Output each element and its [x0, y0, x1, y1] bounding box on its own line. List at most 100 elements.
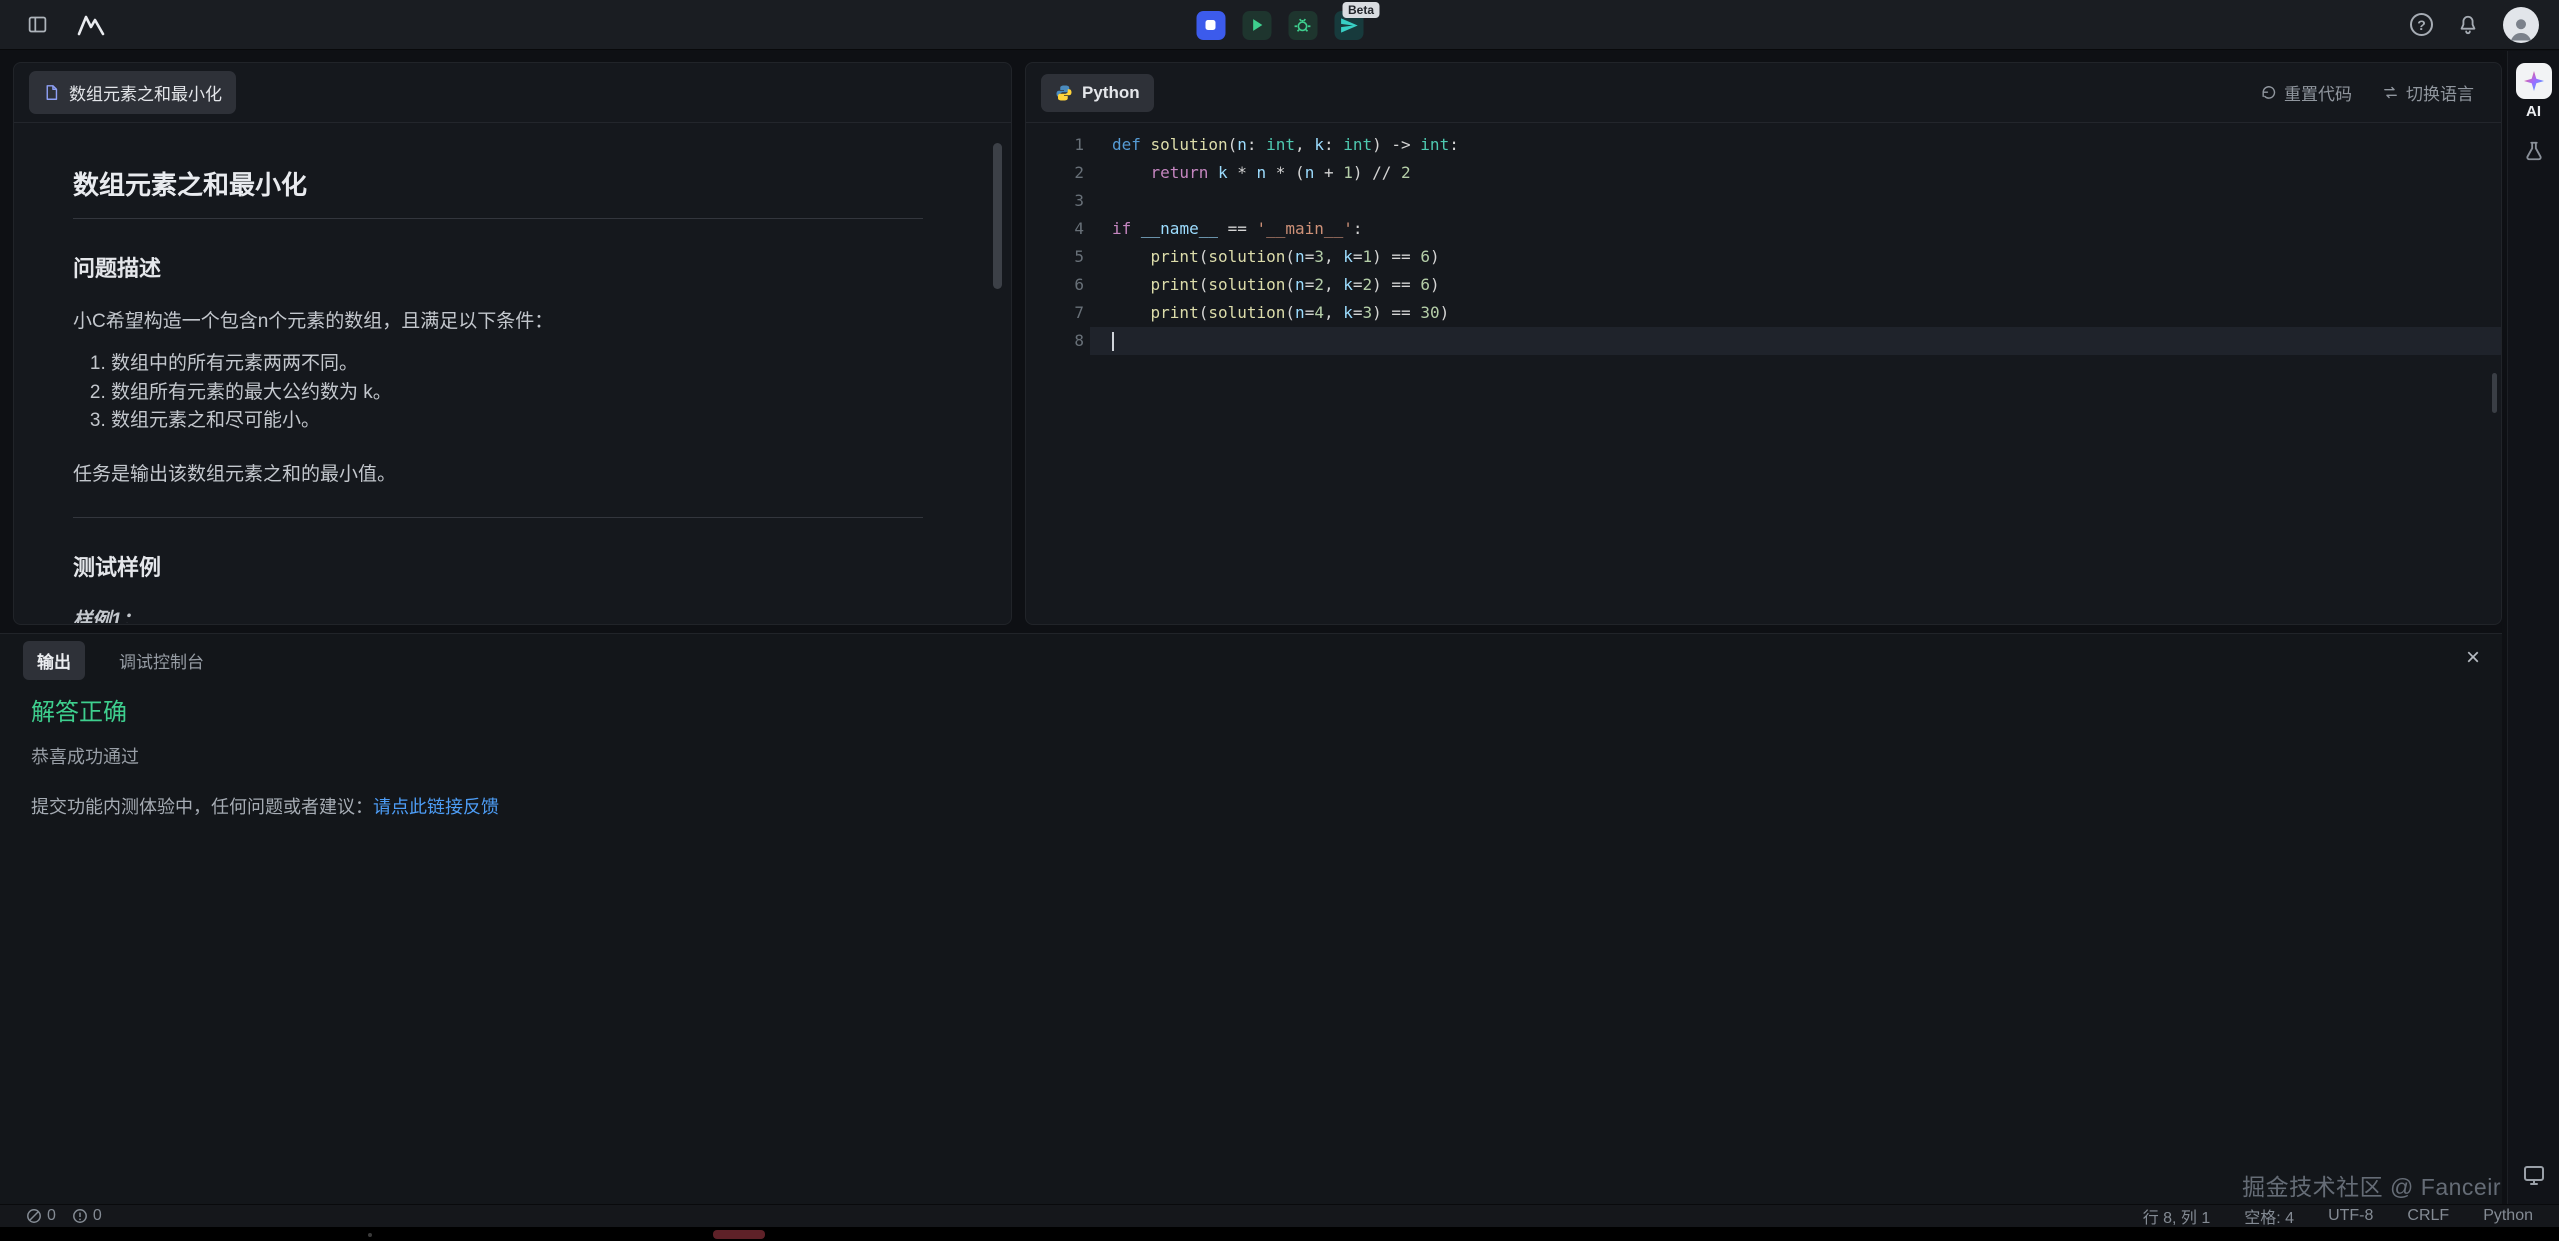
notifications-button[interactable]	[2451, 8, 2485, 42]
line-number: 8	[1026, 327, 1084, 355]
editor-gutter: 12345678	[1026, 131, 1090, 623]
user-avatar[interactable]	[2503, 7, 2539, 43]
stop-icon	[1199, 13, 1223, 37]
result-subtext: 恭喜成功通过	[31, 743, 2471, 769]
help-button[interactable]: ?	[2410, 13, 2433, 36]
swap-icon	[2382, 84, 2399, 101]
sample1-label: 样例1：	[73, 606, 923, 624]
line-number: 7	[1026, 299, 1084, 327]
file-icon	[43, 84, 60, 101]
condition-item: 数组中的所有元素两两不同。	[111, 350, 923, 379]
line-number: 4	[1026, 215, 1084, 243]
close-output-button[interactable]: ×	[2466, 646, 2480, 670]
language-tab-label: Python	[1082, 83, 1140, 103]
line-number: 6	[1026, 271, 1084, 299]
python-icon	[1055, 84, 1073, 102]
cursor-position[interactable]: 行 8, 列 1	[2143, 1204, 2211, 1228]
language-mode[interactable]: Python	[2483, 1207, 2533, 1225]
run-button[interactable]	[1242, 11, 1271, 40]
eol-sequence[interactable]: CRLF	[2407, 1207, 2449, 1225]
ai-label: AI	[2526, 103, 2541, 120]
ai-assistant-button[interactable]: AI	[2516, 63, 2552, 120]
condition-list: 数组中的所有元素两两不同。 数组所有元素的最大公约数为 k。 数组元素之和尽可能…	[85, 350, 923, 436]
debug-button[interactable]	[1288, 11, 1317, 40]
code-line[interactable]: if __name__ == '__main__':	[1090, 215, 2501, 243]
mountain-logo-icon	[77, 14, 105, 36]
warning-icon	[72, 1208, 88, 1224]
reset-code-label: 重置代码	[2284, 80, 2352, 105]
taskbar-strip	[0, 1227, 2559, 1241]
feedback-text: 提交功能内测体验中，任何问题或者建议：	[31, 797, 373, 817]
monitor-icon	[2522, 1163, 2546, 1187]
problem-title: 数组元素之和最小化	[73, 165, 923, 202]
code-editor[interactable]: 12345678 def solution(n: int, k: int) ->…	[1026, 123, 2501, 623]
reset-code-button[interactable]: 重置代码	[2260, 80, 2352, 105]
stop-button[interactable]	[1196, 11, 1225, 40]
condition-item: 数组元素之和尽可能小。	[111, 407, 923, 436]
problem-panel-header: 数组元素之和最小化	[14, 63, 1011, 123]
code-line[interactable]: print(solution(n=3, k=1) == 6)	[1090, 243, 2501, 271]
problem-task: 任务是输出该数组元素之和的最小值。	[73, 460, 923, 489]
text-cursor	[1112, 332, 1114, 351]
problem-panel: 数组元素之和最小化 数组元素之和最小化 问题描述 小C希望构造一个包含n个元素的…	[13, 62, 1012, 625]
editor-scrollbar[interactable]	[2492, 373, 2497, 413]
result-status: 解答正确	[31, 692, 2471, 727]
divider	[73, 218, 923, 219]
code-line[interactable]: print(solution(n=4, k=3) == 30)	[1090, 299, 2501, 327]
sidebar-toggle-button[interactable]	[20, 8, 54, 42]
line-number: 3	[1026, 187, 1084, 215]
code-line[interactable]: def solution(n: int, k: int) -> int:	[1090, 131, 2501, 159]
problem-tab-label: 数组元素之和最小化	[69, 80, 222, 105]
warning-count: 0	[93, 1207, 102, 1225]
app-window: Beta ? 数组元素之和最小化 数组元素之和最小化 问题描述 小C希望构造一个…	[0, 0, 2559, 1241]
code-line[interactable]	[1090, 187, 2501, 215]
submit-button[interactable]: Beta	[1334, 11, 1363, 40]
layout-panel-icon	[27, 14, 48, 35]
run-toolbar: Beta	[1196, 0, 1363, 50]
reset-icon	[2260, 84, 2277, 101]
bug-icon	[1293, 15, 1313, 35]
problem-intro: 小C希望构造一个包含n个元素的数组，且满足以下条件：	[73, 307, 923, 336]
problems-errors[interactable]: 0	[26, 1207, 56, 1225]
person-icon	[2506, 13, 2536, 43]
output-panel-header: 输出 调试控制台 ×	[0, 634, 2502, 686]
tab-debug-console[interactable]: 调试控制台	[119, 648, 204, 673]
taskbar-dot	[368, 1233, 372, 1237]
description-heading: 问题描述	[73, 251, 923, 283]
problem-tab[interactable]: 数组元素之和最小化	[29, 71, 236, 114]
output-panel: 输出 调试控制台 × 解答正确 恭喜成功通过 提交功能内测体验中，任何问题或者建…	[0, 633, 2502, 1204]
experiments-button[interactable]	[2517, 134, 2551, 168]
tab-output[interactable]: 输出	[23, 641, 85, 680]
language-tab[interactable]: Python	[1041, 74, 1154, 112]
flask-icon	[2523, 140, 2545, 162]
output-body: 解答正确 恭喜成功通过 提交功能内测体验中，任何问题或者建议：请点此链接反馈	[0, 686, 2502, 825]
play-icon	[1247, 15, 1267, 35]
code-line[interactable]: return k * n * (n + 1) // 2	[1090, 159, 2501, 187]
feedback-line: 提交功能内测体验中，任何问题或者建议：请点此链接反馈	[31, 793, 2471, 819]
watermark: 掘金技术社区 @ Fanceir	[2242, 1168, 2501, 1202]
close-icon: ×	[2466, 644, 2480, 671]
paper-plane-icon	[1339, 16, 1358, 35]
samples-heading: 测试样例	[73, 550, 923, 582]
editor-panel: Python 重置代码 切换语言 12345678 def solution(n…	[1025, 62, 2502, 625]
encoding[interactable]: UTF-8	[2328, 1207, 2373, 1225]
editor-code[interactable]: def solution(n: int, k: int) -> int: ret…	[1090, 131, 2501, 623]
feedback-link[interactable]: 请点此链接反馈	[373, 797, 499, 817]
line-number: 1	[1026, 131, 1084, 159]
workspace-button[interactable]	[2517, 1158, 2551, 1192]
taskbar-item	[713, 1230, 765, 1239]
code-line[interactable]: print(solution(n=2, k=2) == 6)	[1090, 271, 2501, 299]
beta-badge: Beta	[1343, 2, 1379, 18]
line-number: 2	[1026, 159, 1084, 187]
indentation[interactable]: 空格: 4	[2244, 1204, 2294, 1228]
bell-icon	[2457, 14, 2479, 36]
divider	[73, 517, 923, 518]
problem-content[interactable]: 数组元素之和最小化 问题描述 小C希望构造一个包含n个元素的数组，且满足以下条件…	[14, 123, 1011, 623]
problem-scrollbar[interactable]	[993, 143, 1002, 289]
switch-language-button[interactable]: 切换语言	[2382, 80, 2474, 105]
switch-language-label: 切换语言	[2406, 80, 2474, 105]
app-logo[interactable]	[74, 8, 108, 42]
problems-warnings[interactable]: 0	[72, 1207, 102, 1225]
line-number: 5	[1026, 243, 1084, 271]
code-line[interactable]	[1090, 327, 2501, 355]
